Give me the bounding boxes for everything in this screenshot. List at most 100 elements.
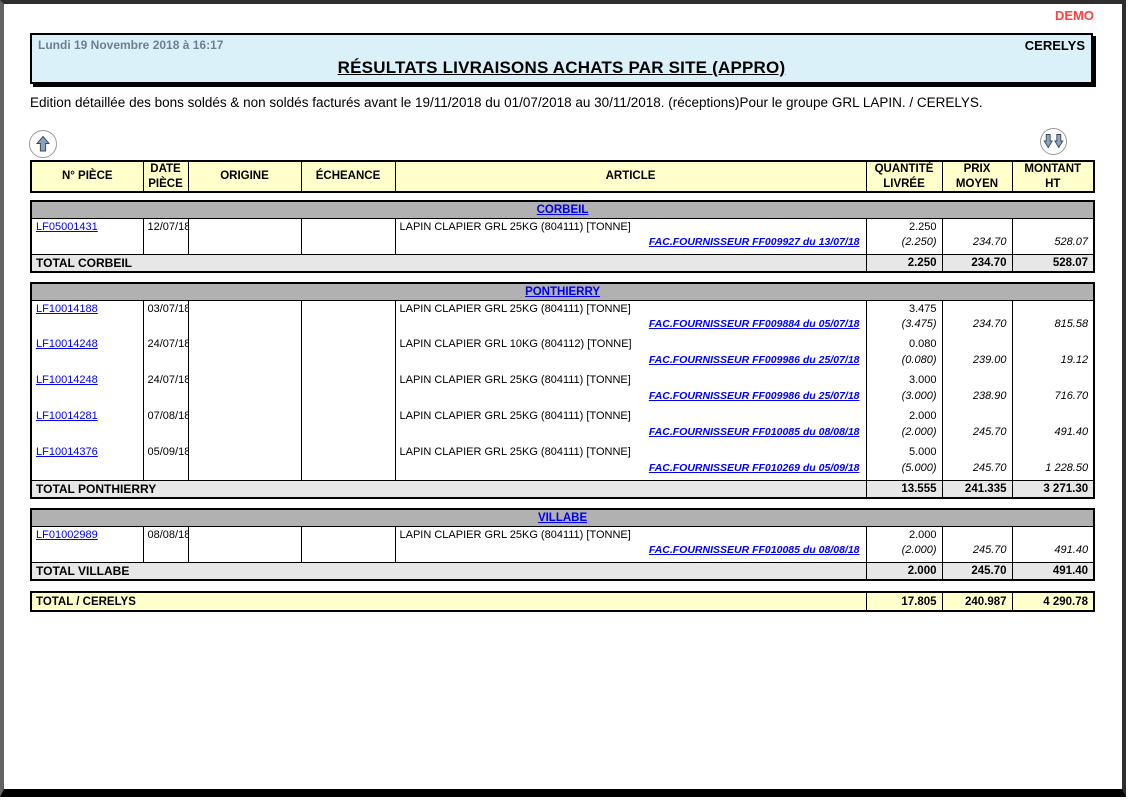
- section-total-qty: 2.250: [866, 254, 942, 272]
- report-subtitle: Edition détaillée des bons soldés & non …: [30, 95, 983, 110]
- prix-cell-empty: [942, 408, 1012, 426]
- section-total-label: TOTAL CORBEIL: [31, 254, 866, 272]
- facture-link[interactable]: FAC.FOURNISSEUR FF010085 du 08/08/18: [649, 426, 860, 438]
- piece-cell: LF10014248: [31, 336, 143, 372]
- piece-link[interactable]: LF10014376: [36, 446, 98, 458]
- qty-cell: 0.080: [866, 336, 942, 354]
- prix-cell: 245.70: [942, 426, 1012, 444]
- piece-link[interactable]: LF10014248: [36, 374, 98, 386]
- facture-link[interactable]: FAC.FOURNISSEUR FF010269 du 05/09/18: [649, 462, 860, 474]
- montant-cell: 528.07: [1012, 236, 1094, 254]
- demo-watermark: DEMO: [1055, 8, 1094, 23]
- prix-cell-empty: [942, 372, 1012, 390]
- piece-link[interactable]: LF10014248: [36, 338, 98, 350]
- qty-cell: 5.000: [866, 444, 942, 462]
- piece-link[interactable]: LF10014281: [36, 410, 98, 422]
- section-villabe: VILLABELF0100298908/08/18LAPIN CLAPIER G…: [30, 508, 1095, 581]
- montant-cell-empty: [1012, 372, 1094, 390]
- date-cell: 24/07/18: [143, 372, 188, 408]
- section-bar: VILLABE: [31, 509, 1094, 526]
- prix-cell-empty: [942, 444, 1012, 462]
- facture-link[interactable]: FAC.FOURNISSEUR FF010085 du 08/08/18: [649, 544, 860, 556]
- section-link[interactable]: VILLABE: [538, 512, 587, 524]
- origine-cell: [188, 372, 301, 408]
- scroll-up-icon[interactable]: [29, 130, 57, 158]
- section-total-prix: 245.70: [942, 562, 1012, 580]
- montant-cell: 19.12: [1012, 354, 1094, 372]
- section-total-montant: 491.40: [1012, 562, 1094, 580]
- montant-cell-empty: [1012, 300, 1094, 318]
- section-bar: PONTHIERRY: [31, 283, 1094, 300]
- qty-invoiced-cell: (2.000): [866, 426, 942, 444]
- piece-cell: LF01002989: [31, 526, 143, 562]
- report-body: N° PIÈCEDATE PIÈCEORIGINEÉCHEANCEARTICLE…: [30, 160, 1093, 612]
- section-total-prix: 241.335: [942, 480, 1012, 498]
- section-link[interactable]: PONTHIERRY: [525, 286, 600, 298]
- article-cell: LAPIN CLAPIER GRL 25KG (804111) [TONNE]: [395, 526, 866, 544]
- prix-cell: 239.00: [942, 354, 1012, 372]
- date-cell: 03/07/18: [143, 300, 188, 336]
- section-total-label: TOTAL PONTHIERRY: [31, 480, 866, 498]
- facture-link[interactable]: FAC.FOURNISSEUR FF009927 du 13/07/18: [649, 236, 860, 248]
- column-header-4: ARTICLE: [395, 161, 866, 192]
- section-ponthierry: PONTHIERRY LF10014188 03/07/18 LAPIN CLAPIE…: [30, 282, 1095, 499]
- company-name: CERELYS: [1025, 38, 1085, 53]
- date-cell: 24/07/18: [143, 336, 188, 372]
- qty-invoiced-cell: (3.000): [866, 390, 942, 408]
- piece-cell: LF10014188: [31, 300, 143, 336]
- article-cell: LAPIN CLAPIER GRL 25KG (804111) [TONNE]: [395, 372, 866, 390]
- qty-cell: 2.000: [866, 408, 942, 426]
- prix-cell: 245.70: [942, 462, 1012, 480]
- column-header-5: QUANTITÉ LIVRÉE: [866, 161, 942, 192]
- piece-cell: LF05001431: [31, 218, 143, 254]
- montant-cell: 491.40: [1012, 544, 1094, 562]
- montant-cell-empty: [1012, 218, 1094, 236]
- facture-link[interactable]: FAC.FOURNISSEUR FF009884 du 05/07/18: [649, 318, 860, 330]
- piece-cell: LF10014376: [31, 444, 143, 480]
- column-header-table: N° PIÈCEDATE PIÈCEORIGINEÉCHEANCEARTICLE…: [30, 160, 1095, 193]
- section-total-montant: 3 271.30: [1012, 480, 1094, 498]
- facture-link[interactable]: FAC.FOURNISSEUR FF009986 du 25/07/18: [649, 354, 860, 366]
- section-total-qty: 2.000: [866, 562, 942, 580]
- date-cell: 05/09/18: [143, 444, 188, 480]
- article-cell: LAPIN CLAPIER GRL 25KG (804111) [TONNE]: [395, 408, 866, 426]
- piece-link[interactable]: LF10014188: [36, 303, 98, 315]
- section-total-label: TOTAL VILLABE: [31, 562, 866, 580]
- column-header-6: PRIX MOYEN: [942, 161, 1012, 192]
- montant-cell-empty: [1012, 336, 1094, 354]
- montant-cell: 716.70: [1012, 390, 1094, 408]
- echeance-cell: [301, 444, 395, 480]
- sections-host: CORBEILLF0500143112/07/18LAPIN CLAPIER G…: [30, 200, 1093, 581]
- qty-cell: 2.000: [866, 526, 942, 544]
- grand-total-montant: 4 290.78: [1012, 592, 1094, 611]
- facture-cell: FAC.FOURNISSEUR FF010269 du 05/09/18: [395, 462, 866, 480]
- montant-cell: 1 228.50: [1012, 462, 1094, 480]
- column-header-1: DATE PIÈCE: [143, 161, 188, 192]
- prix-cell-empty: [942, 336, 1012, 354]
- prix-cell-empty: [942, 526, 1012, 544]
- section-link[interactable]: CORBEIL: [537, 204, 589, 216]
- section-corbeil: CORBEILLF0500143112/07/18LAPIN CLAPIER G…: [30, 200, 1095, 273]
- facture-link[interactable]: FAC.FOURNISSEUR FF009986 du 25/07/18: [649, 390, 860, 402]
- column-header-7: MONTANT HT: [1012, 161, 1094, 192]
- piece-link[interactable]: LF01002989: [36, 529, 98, 541]
- prix-cell: 234.70: [942, 236, 1012, 254]
- origine-cell: [188, 300, 301, 336]
- grand-total-qty: 17.805: [866, 592, 942, 611]
- facture-cell: FAC.FOURNISSEUR FF010085 du 08/08/18: [395, 544, 866, 562]
- column-header-2: ORIGINE: [188, 161, 301, 192]
- origine-cell: [188, 526, 301, 562]
- facture-cell: FAC.FOURNISSEUR FF009986 du 25/07/18: [395, 354, 866, 372]
- article-cell: LAPIN CLAPIER GRL 25KG (804111) [TONNE]: [395, 300, 866, 318]
- origine-cell: [188, 218, 301, 254]
- facture-cell: FAC.FOURNISSEUR FF009927 du 13/07/18: [395, 236, 866, 254]
- article-cell: LAPIN CLAPIER GRL 10KG (804112) [TONNE]: [395, 336, 866, 354]
- origine-cell: [188, 408, 301, 444]
- echeance-cell: [301, 218, 395, 254]
- scroll-down-icon[interactable]: [1040, 128, 1067, 155]
- montant-cell-empty: [1012, 526, 1094, 544]
- prix-cell-empty: [942, 300, 1012, 318]
- echeance-cell: [301, 336, 395, 372]
- facture-cell: FAC.FOURNISSEUR FF010085 du 08/08/18: [395, 426, 866, 444]
- piece-link[interactable]: LF05001431: [36, 221, 98, 233]
